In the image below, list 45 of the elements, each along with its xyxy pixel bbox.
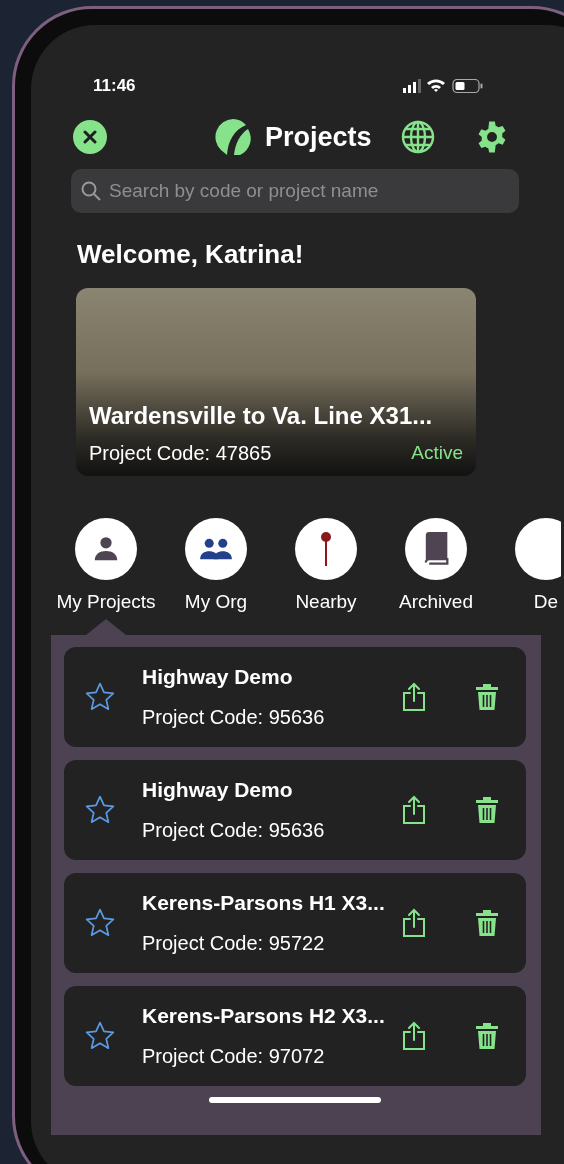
trash-icon [475, 682, 499, 711]
share-icon [401, 681, 427, 712]
project-card[interactable]: Highway Demo Project Code: 95636 [64, 646, 526, 747]
featured-project-title: Wardensville to Va. Line X31... [89, 401, 433, 431]
share-icon [401, 1020, 427, 1051]
people-icon [199, 536, 233, 562]
project-card[interactable]: Highway Demo Project Code: 95636 [64, 759, 526, 860]
search-icon [81, 181, 101, 201]
globe-icon [400, 120, 435, 154]
star-icon[interactable] [84, 793, 116, 826]
star-icon[interactable] [84, 906, 116, 939]
share-icon [401, 907, 427, 938]
project-code: Project Code: 95636 [142, 818, 325, 844]
project-code: Project Code: 95722 [142, 931, 325, 957]
project-card[interactable]: Kerens-Parsons H2 X3... Project Code: 97072 [64, 985, 526, 1086]
project-code: Project Code: 95636 [142, 705, 325, 731]
featured-project-card[interactable]: Wardensville to Va. Line X31... Project Code: 47865 Active [76, 288, 476, 476]
trash-icon [475, 795, 499, 824]
globe-button[interactable] [399, 119, 436, 155]
close-icon [83, 130, 97, 144]
category-tab[interactable]: De [491, 518, 561, 635]
category-tab[interactable]: Nearby [271, 518, 381, 635]
header-title: Projects [265, 120, 372, 154]
book-icon [422, 532, 450, 566]
welcome-heading: Welcome, Katrina! [77, 238, 304, 271]
project-code: Project Code: 97072 [142, 1044, 325, 1070]
star-icon[interactable] [84, 1019, 116, 1052]
project-name: Highway Demo [142, 776, 293, 803]
road-logo-icon [213, 117, 253, 157]
trash-icon [475, 1021, 499, 1050]
project-name: Kerens-Parsons H1 X3... [142, 889, 385, 916]
pin-icon [319, 531, 333, 567]
project-card[interactable]: Kerens-Parsons H1 X3... Project Code: 95722 [64, 872, 526, 973]
category-tab[interactable]: My Org [161, 518, 271, 635]
status-label: Active [411, 440, 463, 465]
featured-project-code: Project Code: 47865 [89, 441, 272, 466]
project-name: Highway Demo [142, 663, 293, 690]
status-time: 11:46 [93, 75, 136, 98]
share-icon [401, 794, 427, 825]
trash-icon [475, 908, 499, 937]
star-icon[interactable] [84, 680, 116, 713]
project-name: Kerens-Parsons H2 X3... [142, 1002, 385, 1029]
search-field[interactable]: Search by code or project name [71, 169, 519, 213]
category-tab[interactable]: Archived [381, 518, 491, 635]
close-button[interactable] [73, 120, 107, 154]
